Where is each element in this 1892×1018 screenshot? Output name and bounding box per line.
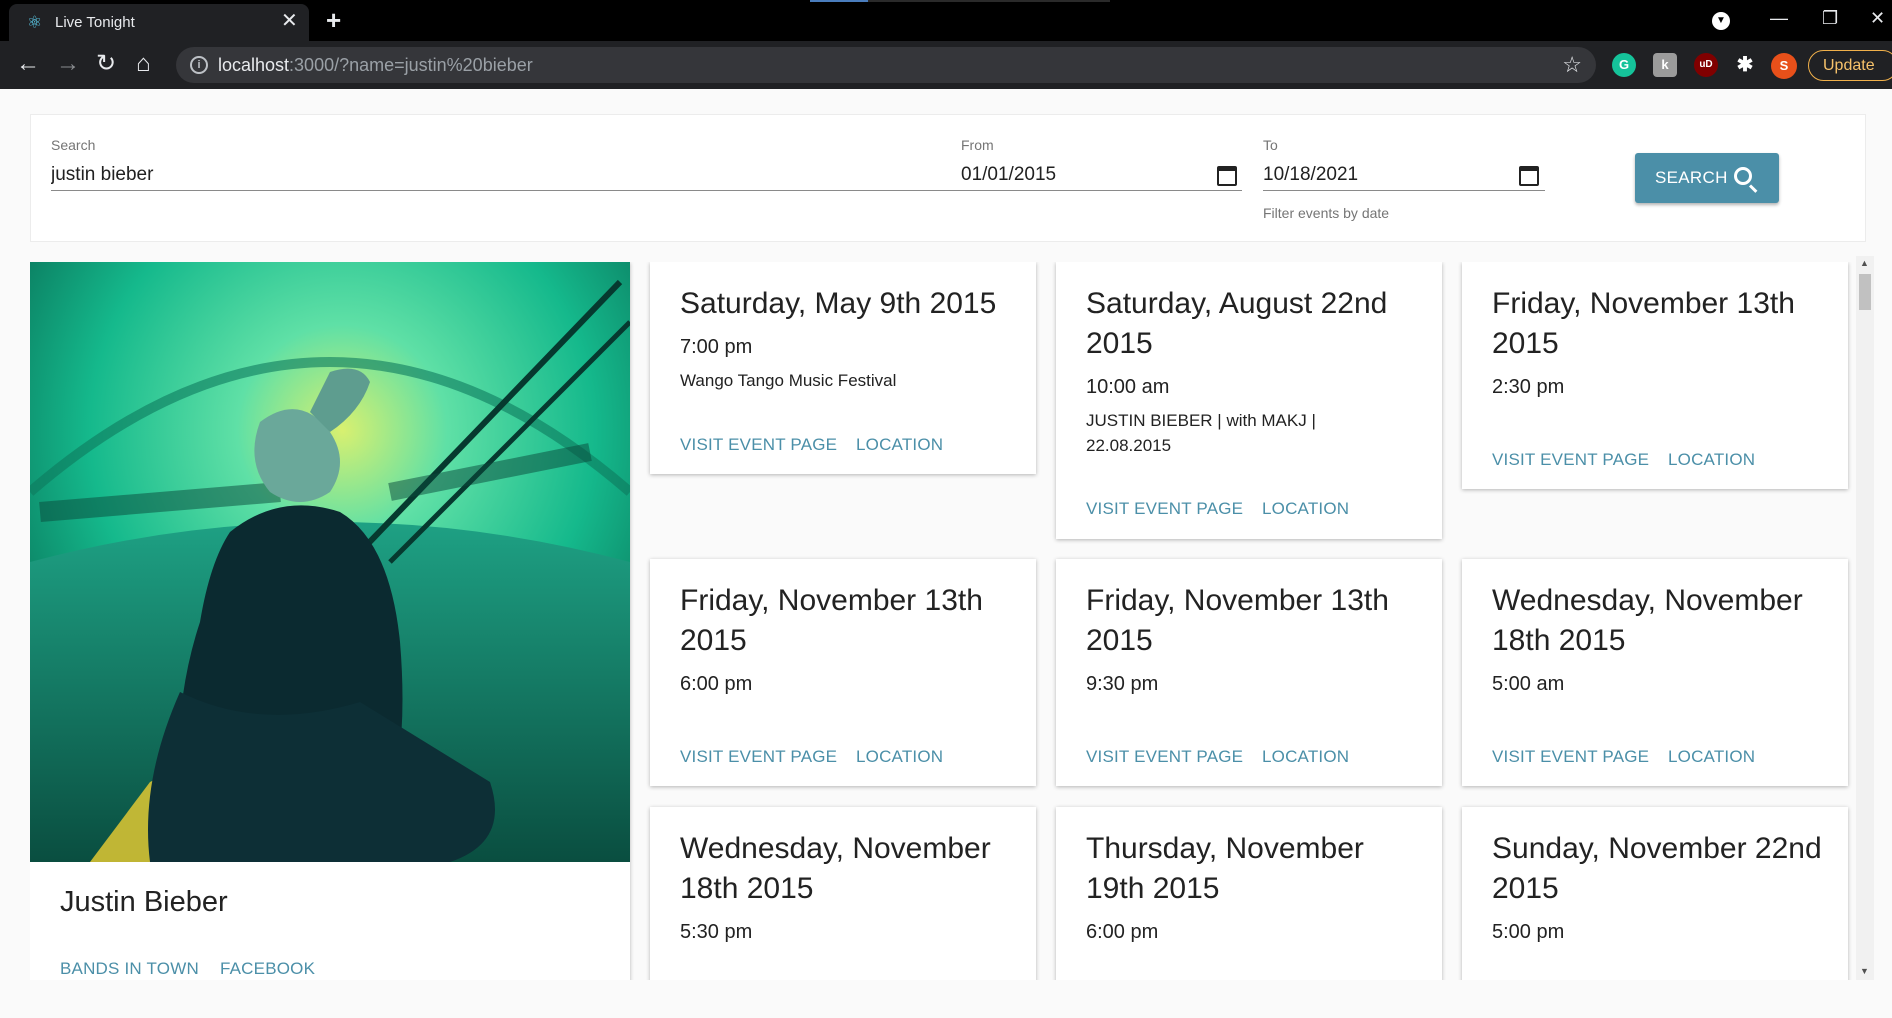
event-date: Friday, November 13th 2015: [1492, 287, 1795, 360]
event-time: 2:30 pm: [1492, 376, 1565, 398]
event-card: Friday, November 13th 2015 6:00 pm VISIT…: [650, 559, 1036, 786]
event-date: Wednesday, November 18th 2015: [1492, 584, 1803, 657]
to-date-input[interactable]: [1263, 159, 1545, 191]
bookmark-star-icon[interactable]: ☆: [1562, 52, 1582, 78]
home-icon[interactable]: ⌂: [136, 49, 151, 79]
event-date: Sunday, November 22nd 2015: [1492, 832, 1822, 905]
from-calendar-icon[interactable]: [1217, 166, 1237, 186]
event-card: Wednesday, November 18th 2015 5:30 pm: [650, 807, 1036, 980]
url-host: localhost: [218, 55, 290, 75]
results-grid: Justin Bieber BANDS IN TOWN FACEBOOK Sat…: [30, 262, 1870, 980]
browser-tab[interactable]: ⚛ Live Tonight ✕: [9, 4, 309, 41]
scroll-down-arrow-icon[interactable]: ▼: [1860, 966, 1869, 976]
visit-event-page-link[interactable]: VISIT EVENT PAGE: [680, 435, 837, 455]
tab-search-icon[interactable]: ▼: [1712, 12, 1730, 30]
location-link[interactable]: LOCATION: [856, 435, 943, 455]
update-button[interactable]: Update: [1808, 50, 1892, 81]
react-favicon-icon: ⚛: [27, 13, 43, 32]
date-filter-helper: Filter events by date: [1263, 205, 1390, 221]
event-description: Wango Tango Music Festival: [680, 371, 897, 390]
location-link[interactable]: LOCATION: [856, 747, 943, 767]
search-label: Search: [51, 137, 96, 153]
artist-photo: [30, 262, 630, 862]
artist-photo-illustration: [30, 262, 630, 862]
event-card: Wednesday, November 18th 2015 5:00 am VI…: [1462, 559, 1848, 786]
bands-in-town-link[interactable]: BANDS IN TOWN: [60, 959, 199, 979]
scroll-thumb[interactable]: [1859, 274, 1871, 310]
event-time: 10:00 am: [1086, 376, 1170, 398]
artist-name: Justin Bieber: [60, 886, 228, 918]
event-card: Saturday, August 22nd 2015 10:00 am JUST…: [1056, 262, 1442, 539]
reload-icon[interactable]: ↻: [96, 49, 116, 79]
visit-event-page-link[interactable]: VISIT EVENT PAGE: [1492, 450, 1649, 470]
event-date: Friday, November 13th 2015: [1086, 584, 1389, 657]
close-window-icon[interactable]: ✕: [1870, 6, 1885, 30]
event-time: 5:00 am: [1492, 673, 1565, 695]
search-button[interactable]: SEARCH: [1635, 153, 1779, 203]
search-icon: [1734, 167, 1752, 185]
back-icon[interactable]: ←: [16, 49, 40, 79]
event-date: Friday, November 13th 2015: [680, 584, 983, 657]
event-time: 6:00 pm: [1086, 921, 1159, 943]
new-tab-icon[interactable]: +: [326, 6, 341, 34]
location-link[interactable]: LOCATION: [1668, 747, 1755, 767]
close-tab-icon[interactable]: ✕: [281, 10, 298, 32]
extensions-puzzle-icon[interactable]: ✱: [1733, 53, 1757, 77]
to-calendar-icon[interactable]: [1519, 166, 1539, 186]
tab-search-indicator: [810, 0, 868, 2]
scroll-up-arrow-icon[interactable]: ▲: [1860, 258, 1869, 268]
search-button-label: SEARCH: [1655, 168, 1728, 187]
address-bar[interactable]: i localhost:3000/?name=justin%20bieber ☆: [176, 47, 1596, 83]
event-date: Saturday, August 22nd 2015: [1086, 287, 1388, 360]
event-time: 5:00 pm: [1492, 921, 1565, 943]
facebook-link[interactable]: FACEBOOK: [220, 959, 315, 979]
url-text[interactable]: localhost:3000/?name=justin%20bieber: [218, 55, 533, 76]
profile-avatar[interactable]: S: [1771, 53, 1797, 79]
artist-card: Justin Bieber BANDS IN TOWN FACEBOOK: [30, 262, 630, 980]
grammarly-extension-icon[interactable]: G: [1612, 53, 1636, 77]
url-path: :3000/?name=justin%20bieber: [289, 55, 533, 75]
restore-icon[interactable]: ❐: [1822, 6, 1838, 30]
visit-event-page-link[interactable]: VISIT EVENT PAGE: [1086, 499, 1243, 519]
event-time: 7:00 pm: [680, 336, 753, 358]
event-card: Friday, November 13th 2015 9:30 pm VISIT…: [1056, 559, 1442, 786]
from-label: From: [961, 137, 994, 153]
event-date: Wednesday, November 18th 2015: [680, 832, 991, 905]
event-card: Friday, November 13th 2015 2:30 pm VISIT…: [1462, 262, 1848, 489]
minimize-icon[interactable]: —: [1770, 6, 1788, 30]
event-time: 6:00 pm: [680, 673, 753, 695]
visit-event-page-link[interactable]: VISIT EVENT PAGE: [1086, 747, 1243, 767]
event-date: Saturday, May 9th 2015: [680, 287, 997, 320]
search-input[interactable]: [51, 159, 961, 191]
location-link[interactable]: LOCATION: [1262, 747, 1349, 767]
to-label: To: [1263, 137, 1278, 153]
site-info-icon[interactable]: i: [190, 56, 208, 74]
event-description: JUSTIN BIEBER | with MAKJ | 22.08.2015: [1086, 411, 1316, 455]
location-link[interactable]: LOCATION: [1262, 499, 1349, 519]
extension-icon[interactable]: k: [1653, 53, 1677, 77]
browser-toolbar: ← → ↻ ⌂ i localhost:3000/?name=justin%20…: [0, 41, 1892, 89]
location-link[interactable]: LOCATION: [1668, 450, 1755, 470]
event-date: Thursday, November 19th 2015: [1086, 832, 1364, 905]
tab-title: Live Tonight: [55, 14, 135, 31]
forward-icon[interactable]: →: [56, 49, 80, 79]
visit-event-page-link[interactable]: VISIT EVENT PAGE: [1492, 747, 1649, 767]
results-scrollbar[interactable]: ▲ ▼: [1856, 256, 1874, 980]
search-panel: Search From To Filter events by date SEA…: [30, 114, 1866, 242]
event-card: Saturday, May 9th 2015 7:00 pm Wango Tan…: [650, 262, 1036, 474]
event-card: Thursday, November 19th 2015 6:00 pm: [1056, 807, 1442, 980]
browser-tab-strip: ⚛ Live Tonight ✕ + ▼ — ❐ ✕: [0, 0, 1892, 41]
visit-event-page-link[interactable]: VISIT EVENT PAGE: [680, 747, 837, 767]
from-date-input[interactable]: [961, 159, 1242, 191]
ublock-extension-icon[interactable]: uD: [1694, 53, 1718, 77]
event-time: 9:30 pm: [1086, 673, 1159, 695]
event-card: Sunday, November 22nd 2015 5:00 pm: [1462, 807, 1848, 980]
event-time: 5:30 pm: [680, 921, 753, 943]
